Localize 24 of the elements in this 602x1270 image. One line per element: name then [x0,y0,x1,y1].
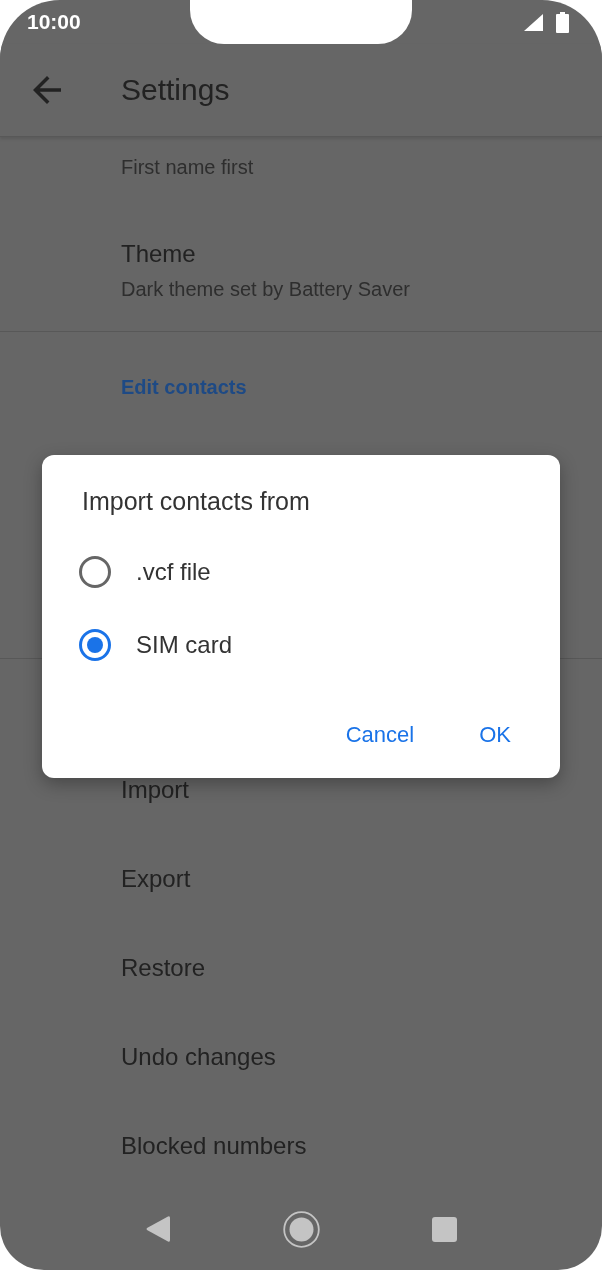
battery-icon [556,11,569,33]
app-bar-title: Settings [121,72,230,108]
menu-item[interactable]: Blocked numbers [0,1101,602,1190]
back-triangle-icon[interactable] [146,1215,170,1243]
option-label: .vcf file [136,557,211,587]
dialog-title: Import contacts from [82,486,310,516]
back-button[interactable] [32,75,62,105]
signal-icon [524,13,543,31]
recents-square-icon[interactable] [432,1216,457,1242]
back-arrow-icon [33,76,61,104]
menu-item[interactable]: Restore [0,923,602,1012]
status-time: 10:00 [27,9,81,36]
section-header: Edit contacts [121,375,247,400]
option-label: SIM card [136,630,233,660]
home-circle-icon[interactable] [283,1210,320,1248]
radio-button[interactable] [79,556,111,588]
dialog-button[interactable]: OK [467,713,523,757]
setting-summary: First name first [121,155,254,180]
dialog-button[interactable]: Cancel [333,713,427,757]
menu-item[interactable]: Undo changes [0,1012,602,1101]
setting-summary: Dark theme set by Battery Saver [121,277,410,302]
setting-title[interactable]: Theme [121,239,196,269]
radio-button[interactable] [79,629,111,661]
menu-item[interactable]: Export [0,834,602,923]
